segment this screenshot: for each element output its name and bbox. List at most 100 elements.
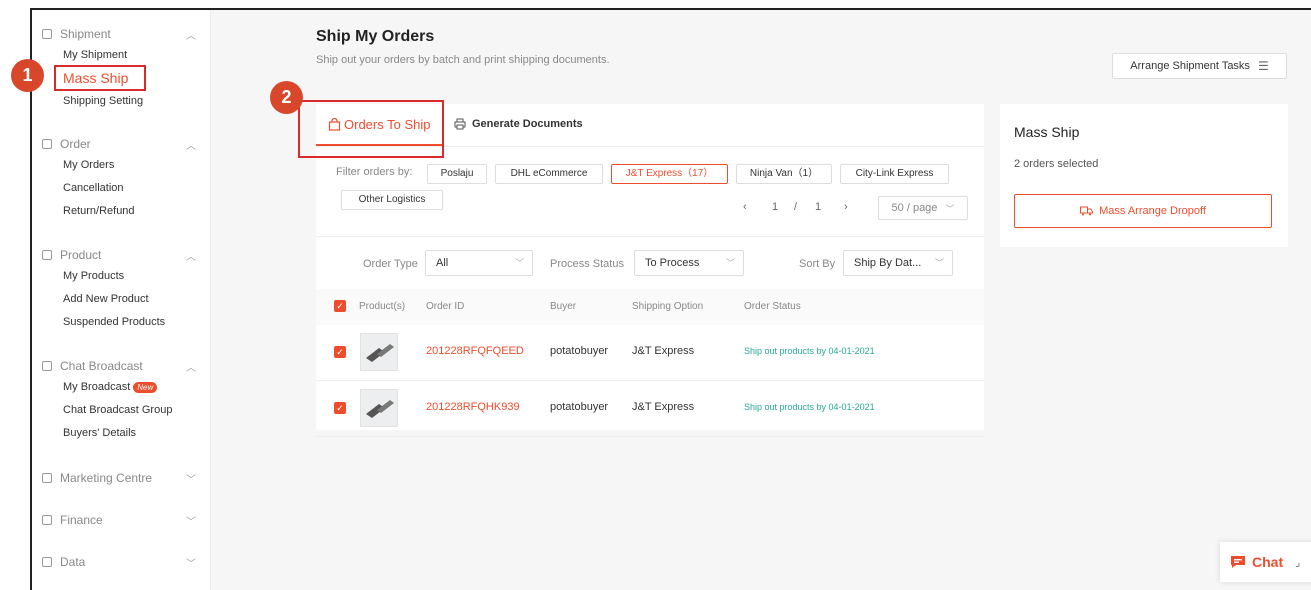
page-subtitle: Ship out your orders by batch and print … [316,54,610,66]
chat-widget[interactable]: Chat ⌟ [1220,542,1311,582]
sidebar-group-data: Data ﹀ [32,552,210,572]
mass-arrange-dropoff-button[interactable]: Mass Arrange Dropoff [1014,194,1272,228]
product-image [366,344,394,362]
chat-icon [1231,556,1245,568]
pager-current: 1 [772,201,779,213]
sidebar-item-return-refund[interactable]: Return/Refund [32,200,210,223]
sidebar-item-my-broadcast[interactable]: My Broadcast New [32,376,210,399]
sidebar-group-title: Shipment [60,27,111,41]
menu-icon: ☰ [1257,59,1269,73]
printer-icon [454,118,466,130]
sidebar: Shipment ︿ My Shipment Mass Ship Shippin… [32,10,211,590]
order-type-value: All [436,257,449,269]
product-thumbnail [360,333,398,371]
chevron-up-icon[interactable]: ︿ [186,27,196,42]
order-status: Ship out products by 04-01-2021 [744,346,875,356]
row-checkbox[interactable]: ✓ [334,346,346,358]
callout-box-mass-ship [54,65,146,91]
orders-selected-count: 2 orders selected [1014,158,1099,170]
sidebar-group-product: Product ︿ My Products Add New Product Su… [32,245,210,334]
table-header: ✓ Product(s) Order ID Buyer Shipping Opt… [316,289,984,325]
sidebar-item-my-products[interactable]: My Products [32,265,210,288]
filter-chip-jt-express[interactable]: J&T Express（17） [611,164,728,184]
divider [316,236,984,237]
sidebar-group-header-finance[interactable]: Finance ﹀ [32,510,210,530]
filter-chip-other-logistics[interactable]: Other Logistics [341,190,443,210]
chevron-up-icon[interactable]: ︿ [186,248,196,263]
shipment-icon [42,29,52,39]
filter-chip-poslaju[interactable]: Poslaju [427,164,487,184]
chart-icon [42,557,52,567]
order-id-link[interactable]: 201228RFQFQEED [426,345,524,357]
filter-chip-city-link-express[interactable]: City-Link Express [840,164,949,184]
shipping-option: J&T Express [632,345,695,357]
chevron-down-icon[interactable]: ﹀ [186,513,196,528]
order-type-select[interactable]: All ﹀ [425,250,533,276]
sidebar-group-header-shipment[interactable]: Shipment ︿ [32,24,210,44]
per-page-select[interactable]: 50 / page ﹀ [878,196,968,220]
mass-arrange-dropoff-label: Mass Arrange Dropoff [1099,205,1206,217]
process-status-select[interactable]: To Process ﹀ [634,250,744,276]
sidebar-group-header-product[interactable]: Product ︿ [32,245,210,265]
product-thumbnail [360,389,398,427]
sidebar-group-marketing-centre: Marketing Centre ﹀ [32,468,210,488]
callout-number-1: 1 [11,59,44,92]
orders-panel: Orders To Ship Generate Documents Filter… [298,100,984,437]
filter-chip-ninja-van[interactable]: Ninja Van（1） [736,164,832,184]
sidebar-group-header-chat-broadcast[interactable]: Chat Broadcast ︿ [32,356,210,376]
pager-total: 1 [815,201,822,213]
filter-chip-dhl-ecommerce[interactable]: DHL eCommerce [495,164,603,184]
minimize-icon[interactable]: ⌟ [1295,556,1300,569]
sidebar-item-my-orders[interactable]: My Orders [32,154,210,177]
sidebar-item-my-shipment[interactable]: My Shipment [32,44,210,67]
sidebar-item-chat-broadcast-group[interactable]: Chat Broadcast Group [32,399,210,422]
pager-next-icon[interactable]: › [844,201,848,213]
tab-generate-documents[interactable]: Generate Documents [454,118,583,130]
process-status-value: To Process [645,257,700,269]
shipping-option: J&T Express [632,401,695,413]
sidebar-group-order: Order ︿ My Orders Cancellation Return/Re… [32,134,210,223]
select-all-checkbox[interactable]: ✓ [334,300,346,312]
page-title: Ship My Orders [316,28,435,45]
sidebar-group-header-order[interactable]: Order ︿ [32,134,210,154]
sidebar-item-add-new-product[interactable]: Add New Product [32,288,210,311]
sidebar-item-shipping-setting[interactable]: Shipping Setting [32,90,210,113]
chevron-down-icon[interactable]: ﹀ [186,471,196,486]
sidebar-group-finance: Finance ﹀ [32,510,210,530]
sidebar-group-title: Data [60,555,86,569]
new-badge: New [133,381,158,393]
column-header-order-id: Order ID [426,301,465,312]
order-icon [42,139,52,149]
sidebar-group-header-marketing-centre[interactable]: Marketing Centre ﹀ [32,468,210,488]
chevron-down-icon[interactable]: ﹀ [186,555,196,570]
column-header-buyer: Buyer [550,301,577,312]
product-icon [42,250,52,260]
order-id-link[interactable]: 201228RFQHK939 [426,401,520,413]
mass-ship-panel-title: Mass Ship [1014,124,1080,140]
mass-ship-panel: Mass Ship 2 orders selected Mass Arrange… [1000,104,1288,247]
arrange-shipment-tasks-button[interactable]: Arrange Shipment Tasks ☰ [1112,53,1287,79]
sidebar-item-suspended-products[interactable]: Suspended Products [32,311,210,334]
sidebar-group-title: Order [60,137,91,151]
table-row[interactable]: ✓ 201228RFQFQEED potatobuyer J&T Express… [316,325,984,381]
process-status-label: Process Status [550,258,624,270]
sidebar-item-cancellation[interactable]: Cancellation [32,177,210,200]
chevron-up-icon[interactable]: ︿ [186,359,196,374]
product-image [366,400,394,418]
sidebar-group-header-data[interactable]: Data ﹀ [32,552,210,572]
sort-by-select[interactable]: Ship By Dat... ﹀ [843,250,953,276]
table-row[interactable]: ✓ 201228RFQHK939 potatobuyer J&T Express… [316,381,984,437]
pager-prev-icon[interactable]: ‹ [743,201,747,213]
sidebar-item-label: My Broadcast [63,381,131,393]
sidebar-item-buyers-details[interactable]: Buyers' Details [32,422,210,445]
column-header-shipping-option: Shipping Option [632,301,704,312]
chevron-up-icon[interactable]: ︿ [186,137,196,152]
callout-number-2: 2 [270,81,303,114]
column-header-products: Product(s) [359,301,406,312]
chevron-down-icon: ﹀ [725,258,735,268]
column-header-order-status: Order Status [744,301,801,312]
per-page-value: 50 / page [891,202,938,214]
sidebar-group-title: Finance [60,513,103,527]
tab-bar: Orders To Ship Generate Documents [298,100,984,158]
row-checkbox[interactable]: ✓ [334,402,346,414]
